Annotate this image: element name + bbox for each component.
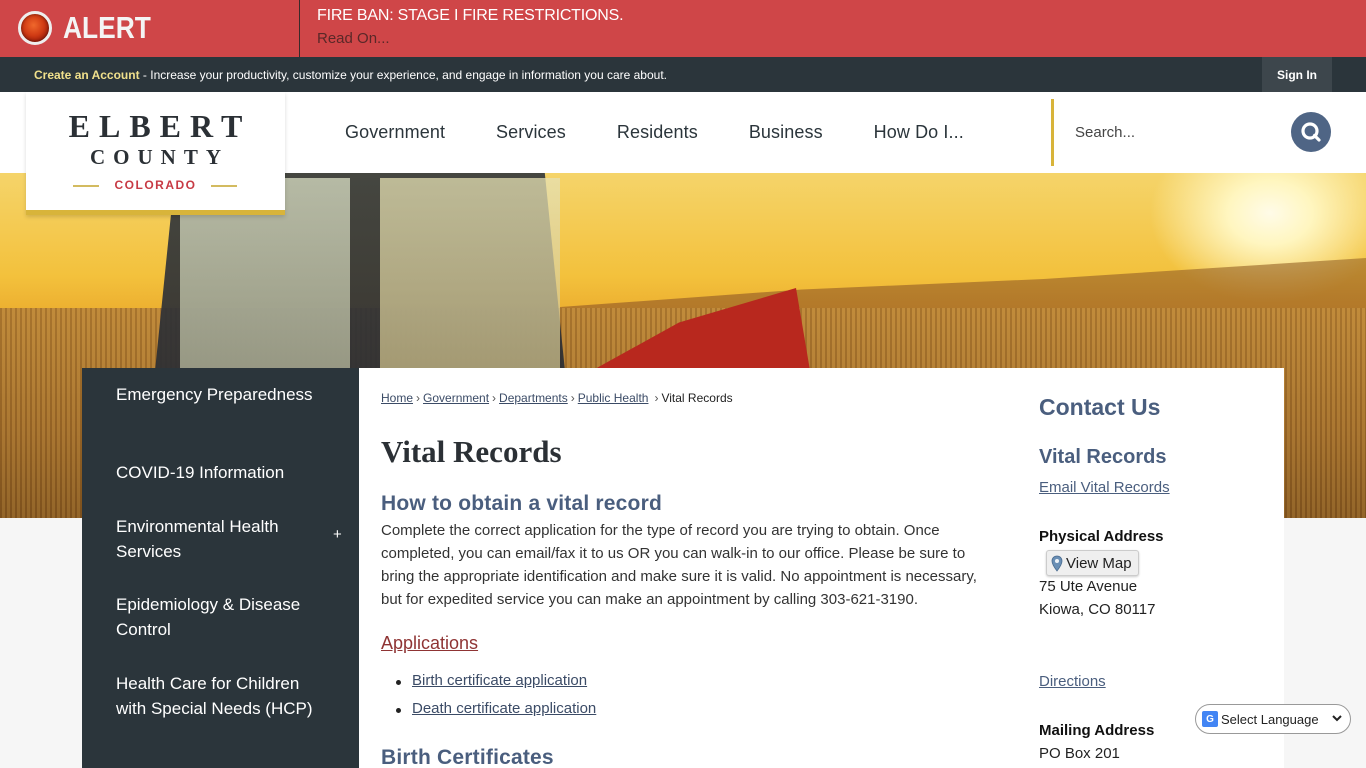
breadcrumb-current: Vital Records: [661, 391, 733, 405]
mailing-line-1: PO Box 201: [1039, 745, 1120, 762]
applications-list: Birth certificate application Death cert…: [393, 672, 596, 728]
death-certificate-application-link[interactable]: Death certificate application: [412, 700, 596, 717]
create-account-link[interactable]: Create an Account: [34, 68, 140, 82]
nav-how-do-i[interactable]: How Do I...: [874, 122, 964, 143]
logo-county: COUNTY: [89, 145, 229, 169]
sign-in-button[interactable]: Sign In: [1262, 57, 1332, 92]
account-prompt: Create an Account - Increase your produc…: [34, 68, 667, 82]
breadcrumb-separator: ›: [570, 391, 575, 405]
account-bar: Create an Account - Increase your produc…: [0, 57, 1366, 92]
expand-plus-icon[interactable]: +: [333, 526, 342, 543]
account-tagline: - Increase your productivity, customize …: [139, 68, 667, 82]
mailing-address-label: Mailing Address: [1039, 722, 1155, 739]
search-input[interactable]: [1064, 113, 1264, 151]
map-pin-icon: [1051, 555, 1063, 572]
breadcrumb-separator: ›: [492, 391, 497, 405]
physical-address-label: Physical Address: [1039, 528, 1164, 545]
list-item: Birth certificate application: [393, 672, 596, 700]
breadcrumb-government[interactable]: Government: [423, 391, 489, 405]
logo-colorado: COLORADO: [114, 178, 197, 192]
address-line-1: 75 Ute Avenue: [1039, 578, 1138, 595]
breadcrumb-departments[interactable]: Departments: [499, 391, 568, 405]
birth-certificate-application-link[interactable]: Birth certificate application: [412, 672, 587, 689]
alert-label-area: ALERT: [0, 0, 300, 57]
nav-divider: [1051, 99, 1054, 166]
contact-heading: Contact Us: [1039, 394, 1161, 420]
alert-label: ALERT: [63, 10, 151, 45]
sidebar-item-hcp[interactable]: Health Care for Children with Special Ne…: [116, 671, 316, 721]
sidebar-item-epidemiology[interactable]: Epidemiology & Disease Control: [116, 592, 316, 642]
sidebar-nav: Emergency Preparedness COVID-19 Informat…: [82, 368, 359, 768]
alert-dot-icon: [18, 11, 52, 45]
alert-title[interactable]: FIRE BAN: STAGE I FIRE RESTRICTIONS.: [317, 7, 624, 25]
breadcrumb-home[interactable]: Home: [381, 391, 413, 405]
applications-link[interactable]: Applications: [381, 633, 478, 654]
alert-read-on-link[interactable]: Read On...: [317, 30, 390, 47]
email-vital-records-link[interactable]: Email Vital Records: [1039, 479, 1170, 496]
contact-department: Vital Records: [1039, 446, 1167, 468]
view-map-button[interactable]: View Map: [1046, 550, 1139, 576]
google-translate-icon: G: [1202, 711, 1218, 727]
breadcrumb-public-health[interactable]: Public Health: [578, 391, 649, 405]
main-nav: Government Services Residents Business H…: [315, 92, 1015, 173]
nav-services[interactable]: Services: [496, 122, 566, 143]
breadcrumb-separator: ›: [654, 391, 659, 405]
address-line-2: Kiowa, CO 80117: [1039, 601, 1156, 618]
search-icon: [1301, 122, 1321, 142]
section-heading-obtain: How to obtain a vital record: [381, 492, 662, 515]
list-item: Death certificate application: [393, 700, 596, 728]
section-body-obtain: Complete the correct application for the…: [381, 522, 977, 608]
breadcrumb: Home › Government › Departments › Public Healt…: [381, 391, 733, 405]
nav-government[interactable]: Government: [345, 122, 445, 143]
sidebar-item-emergency-preparedness[interactable]: Emergency Preparedness: [116, 382, 316, 407]
alert-banner: ALERT FIRE BAN: STAGE I FIRE RESTRICTION…: [0, 0, 1366, 57]
logo-elbert: ELBERT: [68, 108, 252, 144]
language-select[interactable]: G Select Language: [1195, 704, 1351, 734]
sidebar-item-covid-19[interactable]: COVID-19 Information: [116, 460, 316, 485]
county-logo[interactable]: ELBERT COUNTY COLORADO: [26, 92, 285, 215]
breadcrumb-separator: ›: [416, 391, 421, 405]
section-heading-birth-certificates: Birth Certificates: [381, 746, 554, 768]
directions-link[interactable]: Directions: [1039, 673, 1106, 690]
chevron-down-icon: [1332, 715, 1342, 722]
logo-rule-right: [211, 185, 237, 187]
view-map-label: View Map: [1066, 554, 1132, 572]
language-select-value: Select Language: [1221, 711, 1319, 727]
nav-business[interactable]: Business: [749, 122, 823, 143]
sidebar-item-environmental-health[interactable]: Environmental Health Services: [116, 514, 316, 564]
page-title: Vital Records: [381, 434, 562, 469]
nav-residents[interactable]: Residents: [617, 122, 698, 143]
search-button[interactable]: [1291, 112, 1331, 152]
